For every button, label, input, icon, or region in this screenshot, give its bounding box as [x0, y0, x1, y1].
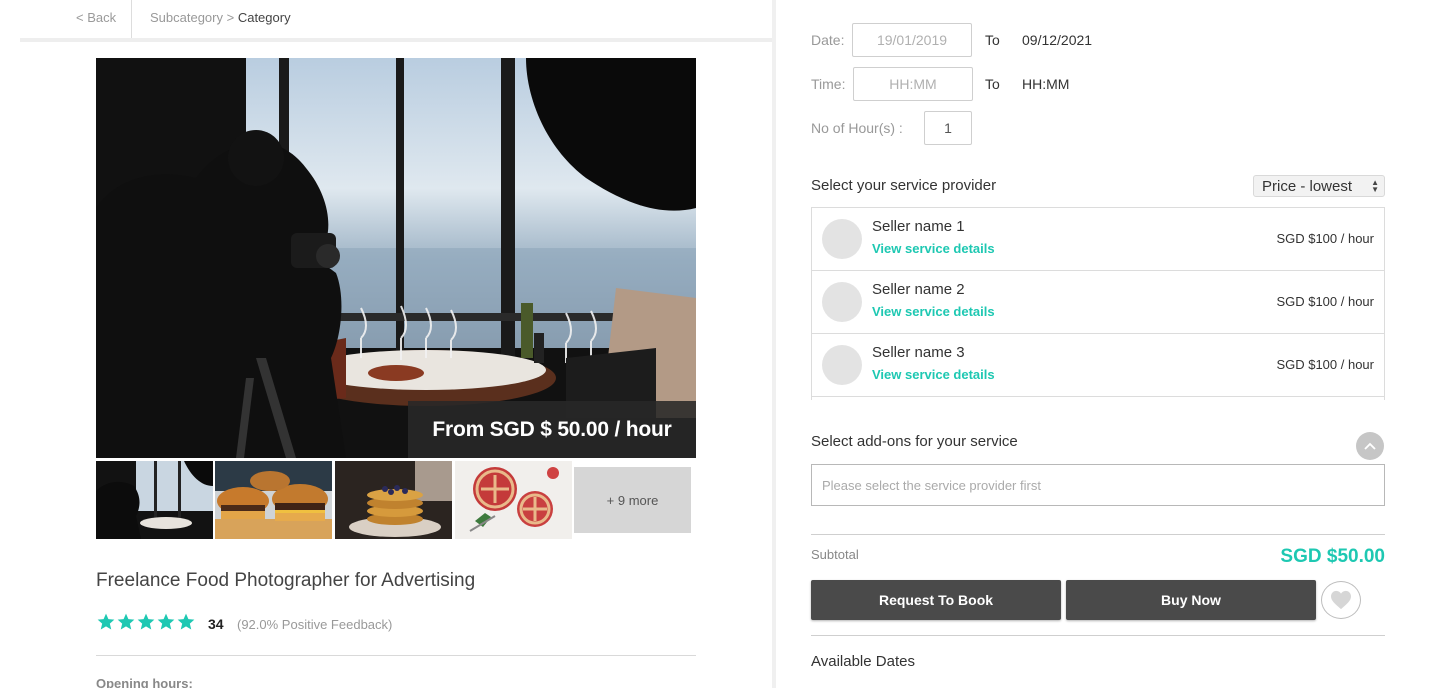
- breadcrumb: Subcategory > Category: [150, 10, 291, 25]
- header-divider: [20, 38, 772, 42]
- hero-photo-illustration: [96, 58, 696, 458]
- chevron-up-icon: [1364, 442, 1376, 450]
- seller-price: SGD $100 / hour: [1276, 357, 1374, 372]
- hours-field[interactable]: 1: [924, 111, 972, 145]
- hero-photo[interactable]: From SGD $ 50.00 / hour: [96, 58, 696, 458]
- view-service-details-link[interactable]: View service details: [872, 367, 995, 382]
- time-to-field[interactable]: HH:MM: [1022, 76, 1069, 92]
- thumbnail-photographer[interactable]: [96, 461, 213, 539]
- summary-divider: [811, 534, 1385, 535]
- thumbnail-pancakes[interactable]: [335, 461, 452, 539]
- date-label: Date:: [811, 32, 845, 48]
- positive-feedback: (92.0% Positive Feedback): [237, 617, 393, 632]
- review-count[interactable]: 34: [208, 616, 224, 632]
- avatar: [822, 345, 862, 385]
- collapse-button[interactable]: [1356, 432, 1384, 460]
- provider-section-title: Select your service provider: [811, 177, 997, 194]
- wishlist-button[interactable]: [1321, 581, 1361, 619]
- sort-select[interactable]: Price - lowest ▲ ▼: [1253, 175, 1385, 197]
- subtotal-label: Subtotal: [811, 547, 859, 562]
- sort-select-value: Price - lowest: [1262, 177, 1353, 195]
- opening-hours-label: Opening hours:: [96, 676, 193, 688]
- buy-now-button[interactable]: Buy Now: [1066, 580, 1316, 620]
- avatar: [822, 219, 862, 259]
- seller-row[interactable]: Seller name 1 View service details SGD $…: [812, 208, 1384, 271]
- select-arrows-icon: ▲ ▼: [1371, 178, 1379, 194]
- breadcrumb-separator: >: [223, 10, 238, 25]
- thumbnail-pies[interactable]: [455, 461, 572, 539]
- thumbnail-burgers[interactable]: [215, 461, 332, 539]
- star-icon: [177, 613, 195, 630]
- listing-panel: < Back Subcategory > Category From SGD $…: [0, 0, 772, 688]
- view-service-details-link[interactable]: View service details: [872, 304, 995, 319]
- available-dates-divider: [811, 635, 1385, 636]
- addons-section-title: Select add-ons for your service: [811, 433, 1018, 450]
- request-to-book-button[interactable]: Request To Book: [811, 580, 1061, 620]
- star-icon: [97, 613, 115, 630]
- seller-row[interactable]: Seller name 3 View service details SGD $…: [812, 334, 1384, 397]
- time-from-field[interactable]: HH:MM: [853, 67, 973, 101]
- seller-name: Seller name 1: [872, 218, 965, 235]
- more-photos-button[interactable]: + 9 more: [574, 467, 691, 533]
- date-to-field[interactable]: 09/12/2021: [1022, 32, 1092, 48]
- seller-price: SGD $100 / hour: [1276, 294, 1374, 309]
- breadcrumb-subcategory[interactable]: Subcategory: [150, 10, 223, 25]
- time-label: Time:: [811, 76, 846, 92]
- breadcrumb-category[interactable]: Category: [238, 10, 291, 25]
- seller-name: Seller name 3: [872, 344, 965, 361]
- view-service-details-link[interactable]: View service details: [872, 241, 995, 256]
- available-dates-title: Available Dates: [811, 653, 915, 670]
- listing-title: Freelance Food Photographer for Advertis…: [96, 570, 476, 591]
- price-badge: From SGD $ 50.00 / hour: [408, 401, 696, 458]
- seller-name: Seller name 2: [872, 281, 965, 298]
- booking-panel: Date: 19/01/2019 To 09/12/2021 Time: HH:…: [776, 0, 1440, 688]
- heart-icon: [1331, 590, 1351, 610]
- hours-label: No of Hour(s) :: [811, 120, 903, 136]
- breadcrumb-bar: [20, 0, 772, 38]
- rating-stars: [96, 612, 196, 634]
- seller-price: SGD $100 / hour: [1276, 231, 1374, 246]
- addons-field[interactable]: Please select the service provider first: [811, 464, 1385, 506]
- breadcrumb-divider: [131, 0, 132, 38]
- date-to-label: To: [985, 32, 1000, 48]
- back-link[interactable]: < Back: [76, 10, 116, 25]
- thumbnail-strip: + 9 more: [96, 461, 696, 539]
- star-icon: [157, 613, 175, 630]
- star-icon: [137, 613, 155, 630]
- star-icon: [117, 613, 135, 630]
- seller-row[interactable]: Seller name 2 View service details SGD $…: [812, 271, 1384, 334]
- seller-list: Seller name 1 View service details SGD $…: [811, 207, 1385, 400]
- section-divider: [96, 655, 696, 656]
- date-from-field[interactable]: 19/01/2019: [852, 23, 972, 57]
- avatar: [822, 282, 862, 322]
- subtotal-value: SGD $50.00: [1280, 546, 1385, 567]
- time-to-label: To: [985, 76, 1000, 92]
